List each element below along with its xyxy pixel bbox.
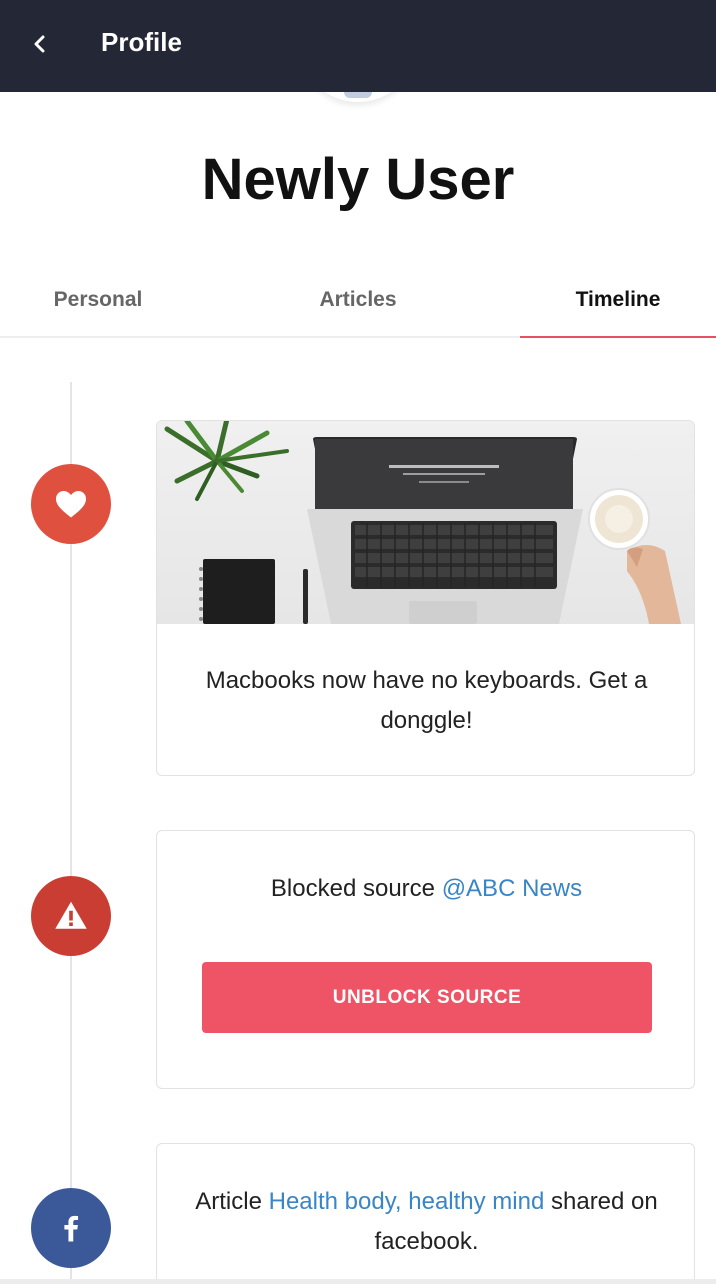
blocked-source-text: Blocked source @ABC News — [157, 869, 694, 909]
tab-articles[interactable]: Articles — [260, 262, 456, 338]
bottom-edge — [0, 1279, 716, 1284]
tab-personal[interactable]: Personal — [0, 262, 196, 338]
top-app-bar: Profile — [0, 0, 716, 92]
timeline-post-text: Macbooks now have no keyboards. Get a do… — [205, 667, 648, 734]
blocked-source-label: Blocked source — [270, 875, 442, 902]
warning-icon — [55, 901, 87, 929]
timeline-item-icon-warning — [31, 876, 111, 956]
page-title: Profile — [101, 27, 182, 57]
timeline-card-shared-article: Article Health body, healthy mind shared… — [156, 1143, 695, 1284]
profile-tabs: Personal Articles Timeline — [0, 262, 716, 338]
heart-icon — [56, 490, 86, 518]
user-name: Newly User — [201, 147, 515, 212]
back-button[interactable] — [22, 26, 58, 62]
timeline-item-icon-like — [31, 464, 111, 544]
chevron-left-icon — [34, 35, 45, 53]
timeline-item-icon-facebook — [31, 1188, 111, 1268]
source-link[interactable]: @ABC News — [442, 875, 582, 902]
timeline-card-blocked-source: Blocked source @ABC News UNBLOCK SOURCE — [156, 830, 695, 1089]
active-tab-indicator — [520, 336, 716, 338]
article-link[interactable]: Health body, healthy mind — [269, 1188, 545, 1215]
laptop-desk-photo — [157, 421, 694, 624]
shared-article-prefix: Article — [195, 1188, 269, 1215]
timeline-card-post[interactable]: Macbooks now have no keyboards. Get a do… — [156, 420, 695, 776]
shared-article-text: Article Health body, healthy mind shared… — [177, 1182, 676, 1262]
tab-timeline[interactable]: Timeline — [520, 262, 716, 338]
unblock-source-button[interactable]: UNBLOCK SOURCE — [202, 962, 652, 1033]
facebook-icon — [64, 1215, 79, 1242]
